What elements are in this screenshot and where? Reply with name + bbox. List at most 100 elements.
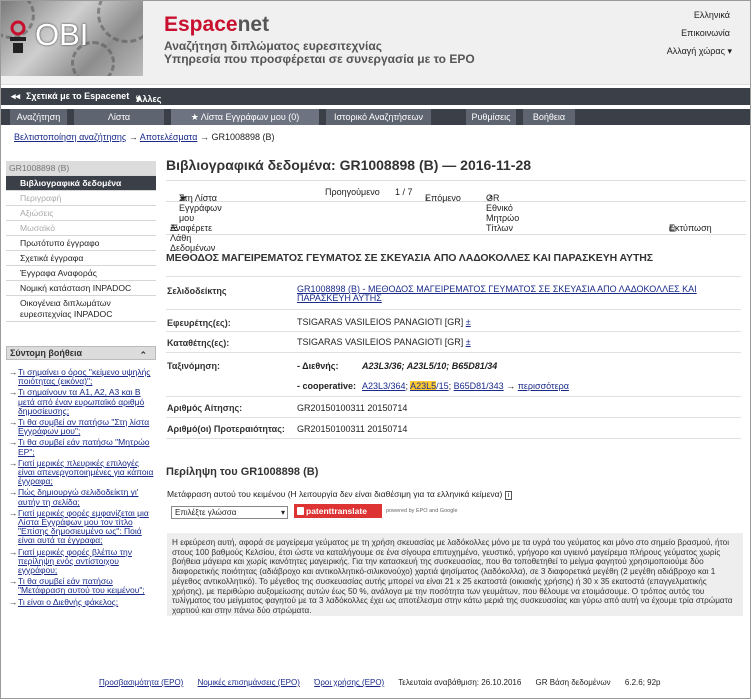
intl-class-value: A23L3/36; A23L5/10; B65D81/34 (362, 361, 498, 371)
help-link[interactable]: Τι θα συμβεί εάν πατήσω "Μετάφραση αυτού… (6, 577, 156, 596)
coop-class-label: - cooperative: (297, 381, 357, 391)
arrow-right-icon: → (128, 132, 140, 142)
divider (166, 309, 741, 310)
tab-search[interactable]: Αναζήτηση (10, 109, 67, 125)
about-espacenet-link[interactable]: Σχετικά με το Espacenet (26, 91, 129, 101)
sidebar-item-family[interactable]: Οικογένεια διπλωμάτων ευρεσιτεχνίας INPA… (6, 296, 156, 322)
sidebar-item-related[interactable]: Σχετικά έγγραφα (6, 251, 156, 266)
tagline-1: Αναζήτηση διπλώματος ευρεσιτεχνίας (164, 39, 382, 53)
next-label: Επόμενο (425, 193, 461, 203)
help-link[interactable]: Γιατί μερικές φορές βλέπω την περίληψη ε… (6, 547, 156, 576)
tab-results[interactable]: Λίστα αποτελεσμάτων (74, 109, 164, 138)
language-select[interactable]: Επιλέξτε γλώσσα ▾ (171, 506, 288, 519)
help-link[interactable]: Τι σημαίνουν τα A1, A2, A3 και B μετά απ… (6, 388, 156, 416)
priority-number-value: GR20150100311 20150714 (297, 424, 408, 434)
help-link[interactable]: Τι είναι ο Διεθνής φάκελος; (6, 597, 156, 607)
tab-history[interactable]: Ιστορικό Αναζητήσεων (326, 109, 431, 125)
coop-class-link[interactable]: A23L5 (410, 381, 437, 391)
brand-suffix: net (237, 13, 270, 36)
previous-button[interactable]: Προηγούμενο (325, 187, 380, 197)
powered-by-note: powered by EPO and Google (386, 508, 458, 514)
legal-notice-link[interactable]: Νομικές επισημάνσεις (EPO) (198, 678, 300, 687)
more-link[interactable]: περισσότερα (518, 381, 569, 391)
breadcrumb-refine[interactable]: Βελτιστοποίηση αναζήτησης (14, 132, 126, 142)
sidebar-item-claims: Αξιώσεις (6, 206, 156, 221)
sidebar-header: GR1008898 (B) (6, 161, 156, 176)
divider (166, 331, 741, 332)
coop-class-link[interactable]: A23L3/364 (362, 381, 406, 391)
patenttranslate-button[interactable]: patenttranslate (294, 504, 382, 518)
collapse-icon[interactable]: ◂◂ (11, 91, 20, 102)
chevron-down-icon: ▾ (727, 46, 732, 56)
quick-help-title: Σύντομη βοήθεια (10, 348, 83, 358)
priority-number-label: Αριθμό(οι) Προτεραιότητας: (167, 424, 285, 434)
doc-toolbar: ★ Στη Λίστα Εγγράφων μου Προηγούμενο 1 /… (166, 180, 746, 233)
main-tabs: Αναζήτηση Λίστα αποτελεσμάτων ★ Λίστα Εγ… (1, 109, 750, 138)
classification-label: Ταξινόμηση: (167, 361, 221, 371)
language-select-value: Επιλέξτε γλώσσα (175, 508, 237, 517)
document-title: ΜΕΘΟΔΟΣ ΜΑΓΕΙΡΕΜΑΤΟΣ ΓΕΥΜΑΤΟΣ ΣΕ ΣΚΕΥΑΣΙ… (166, 252, 653, 264)
applicant-value: TSIGARAS VASILEIOS PANAGIOTI [GR] ± (297, 337, 471, 347)
help-link[interactable]: Τι θα συμβεί αν πατήσω "Στη λίστα Εγγράφ… (6, 417, 156, 436)
espacenet-brand[interactable]: Espacenet (164, 13, 269, 37)
quick-help: Σύντομη βοήθεια ⌃ Τι σημαίνει ο όρος "κεί… (6, 346, 156, 607)
help-link[interactable]: Τι σημαίνει ο όρος "κείμενο υψηλής ποιότ… (6, 367, 156, 386)
version: 6.2.6; 92p (624, 678, 661, 687)
language-link[interactable]: Ελληνικά (694, 10, 730, 20)
tab-settings[interactable]: Ρυθμίσεις (466, 109, 516, 125)
breadcrumb-current: GR1008898 (B) (211, 132, 275, 142)
footer: Προσβασιμότητα (EPO) Νομικές επισημάνσει… (99, 678, 673, 687)
applicant-label: Καταθέτης(ες): (167, 338, 230, 348)
chevron-up-icon: ⌃ (139, 350, 147, 360)
help-link[interactable]: Πώς δημιουργώ σελιδοδείκτη γι' αυτήν τη … (6, 488, 156, 507)
tab-my-list[interactable]: ★ Λίστα Εγγράφων μου (0) (171, 109, 319, 125)
help-link[interactable]: Γιατί μερικές φορές εμφανίζεται μια Λίστ… (6, 508, 156, 546)
chevron-down-icon: ▾ (136, 94, 141, 104)
sidebar-item-legal[interactable]: Νομική κατάσταση INPADOC (6, 281, 156, 296)
application-number-value: GR20150100311 20150714 (297, 403, 408, 413)
inventor-name: TSIGARAS VASILEIOS PANAGIOTI [GR] (297, 317, 464, 327)
logo-text: OBI (35, 17, 89, 52)
breadcrumb-results[interactable]: Αποτελέσματα (140, 132, 198, 142)
sidebar-item-original[interactable]: Πρωτότυπο έγγραφο (6, 236, 156, 251)
report-errors-label: Αναφέρετε Λάθη Δεδομένων (170, 223, 216, 253)
database-name: GR Βάση δεδομένων (535, 678, 611, 687)
doc-toolbar-2: ☰ Αναφέρετε Λάθη Δεδομένων ⎙ Εκτύπωση (166, 211, 746, 253)
info-icon[interactable]: i (504, 491, 513, 500)
obi-logo[interactable]: OBI (1, 1, 143, 76)
bookmark-link[interactable]: GR1008898 (B) - ΜΕΘΟΔΟΣ ΜΑΓΕΙΡΕΜΑΤΟΣ ΓΕΥ… (297, 285, 737, 303)
translate-note: Μετάφραση αυτού του κειμένου (Η λειτουργ… (167, 489, 513, 500)
applicant-name: TSIGARAS VASILEIOS PANAGIOTI [GR] (297, 337, 464, 347)
divider (166, 438, 741, 439)
sidebar-item-citations[interactable]: Έγγραφα Αναφοράς (6, 266, 156, 281)
arrow-right-icon: → (506, 381, 516, 391)
page-counter: 1 / 7 (395, 187, 413, 197)
brand-prefix: Espace (164, 13, 238, 36)
help-link[interactable]: Τι θα συμβεί εάν πατήσω "Μητρώο EP"; (6, 438, 156, 457)
coop-class-link-suffix[interactable]: /15 (436, 381, 449, 391)
arrow-right-icon: → (199, 132, 212, 142)
sidebar-item-biblio[interactable]: Βιβλιογραφικά δεδομένα (6, 176, 156, 191)
chevron-down-icon: ▾ (280, 508, 285, 517)
divider (166, 417, 741, 418)
inventor-value: TSIGARAS VASILEIOS PANAGIOTI [GR] ± (297, 317, 471, 327)
sidebar-item-description: Περιγραφή (6, 191, 156, 206)
print-label: Εκτύπωση (669, 223, 712, 233)
contact-link[interactable]: Επικοινωνία (681, 28, 730, 38)
tab-help[interactable]: Βοήθεια (523, 109, 575, 125)
tagline-2: Υπηρεσία που προσφέρεται σε συνεργασία μ… (164, 52, 475, 66)
coop-class-link[interactable]: B65D81/343 (454, 381, 504, 391)
accessibility-link[interactable]: Προσβασιμότητα (EPO) (99, 678, 183, 687)
star-icon: ★ (190, 112, 201, 122)
inventor-label: Εφευρέτης(ες): (167, 318, 231, 328)
application-number-label: Αριθμός Αίτησης: (167, 403, 243, 413)
plus-icon[interactable]: ± (466, 317, 471, 327)
help-link[interactable]: Γιατί μερικές πλευρικές επιλογές είναι α… (6, 458, 156, 487)
change-country-link[interactable]: Αλλαγή χώρας ▾ (667, 46, 732, 57)
terms-link[interactable]: Όροι χρήσης (EPO) (314, 678, 384, 687)
quick-help-header[interactable]: Σύντομη βοήθεια ⌃ (6, 346, 156, 360)
plus-icon[interactable]: ± (466, 337, 471, 347)
top-nav: ◂◂ Σχετικά με το Espacenet Άλλες επιγραμ… (1, 88, 750, 134)
bookmark-label: Σελιδοδείκτης (167, 286, 227, 296)
divider (166, 396, 741, 397)
